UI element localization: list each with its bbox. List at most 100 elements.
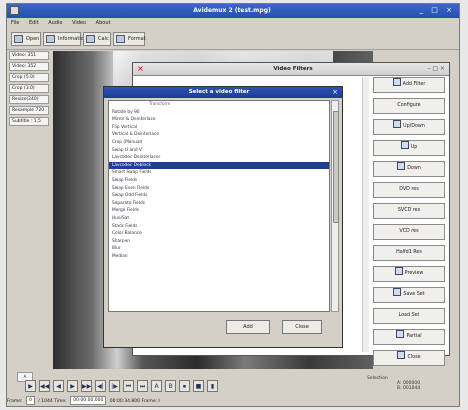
vcd-res-button[interactable]: VCD res xyxy=(373,224,445,240)
left-list-item[interactable]: Video: 351 xyxy=(9,51,49,60)
vcd-res-label: VCD res xyxy=(399,229,419,234)
load-set-button[interactable]: Load Set xyxy=(373,308,445,324)
filter-list-item[interactable]: Color Balance xyxy=(109,230,329,238)
add-filter-button[interactable]: Add Filter xyxy=(373,77,445,93)
filter-list-scrollbar[interactable] xyxy=(331,100,339,312)
add-button[interactable]: Add xyxy=(226,320,270,334)
filters-scrollbar[interactable] xyxy=(362,77,369,352)
save-icon xyxy=(393,288,402,296)
calculator-icon xyxy=(86,35,95,43)
nav-button-icon[interactable]: ⏭ xyxy=(137,380,148,392)
nav-button-icon[interactable]: ◀| xyxy=(95,380,106,392)
nav-button-icon[interactable]: B xyxy=(165,380,176,392)
menu-edit[interactable]: Edit xyxy=(25,18,43,28)
menu-video[interactable]: Video xyxy=(68,18,90,28)
left-list-item[interactable]: Subtitle : 1,5 xyxy=(9,117,49,126)
save-set-label: Save Set xyxy=(403,292,425,297)
window-controls[interactable]: – □ × xyxy=(427,65,445,72)
left-list-item[interactable]: Resize(240) xyxy=(9,95,49,104)
up-button[interactable]: Up xyxy=(373,140,445,156)
scrollbar-thumb[interactable] xyxy=(333,111,339,223)
nav-button-icon[interactable]: |▶ xyxy=(109,380,120,392)
dvd-res-button[interactable]: DVD res xyxy=(373,182,445,198)
up-down-button[interactable]: Up/Down xyxy=(373,119,445,135)
nav-button-icon[interactable]: ▶▶ xyxy=(81,380,92,392)
svcd-res-button[interactable]: SVCD res xyxy=(373,203,445,219)
partial-label: Partial xyxy=(406,334,422,339)
filter-list-item[interactable]: Median xyxy=(109,253,329,261)
filter-list-item[interactable]: Swap Fields xyxy=(109,177,329,185)
filter-list-item[interactable]: Lavcodec Deblock xyxy=(109,161,329,170)
frame-field[interactable]: 0 xyxy=(25,396,35,405)
halfd1-res-button[interactable]: Halfd1 Res xyxy=(373,245,445,261)
filter-list-item[interactable]: Flip Vertical xyxy=(109,124,329,132)
title-bar[interactable]: Avidemux 2 (test.mpg) _ □ × xyxy=(7,4,459,18)
filter-list-item[interactable]: Blur xyxy=(109,245,329,253)
preview-icon xyxy=(394,267,403,275)
frame-type: Frame: I xyxy=(141,399,160,404)
close-icon[interactable]: × xyxy=(137,64,144,73)
filter-list-item[interactable]: Sharpen xyxy=(109,238,329,246)
calc-button[interactable]: Calc xyxy=(83,32,111,46)
dvd-res-label: DVD res xyxy=(399,187,419,192)
filter-list-item[interactable]: Stack Fields xyxy=(109,223,329,231)
dialog-close-label: Close xyxy=(295,324,309,330)
information-button[interactable]: Information xyxy=(43,32,87,46)
window-controls[interactable]: _ □ × xyxy=(420,6,455,14)
dialog-title-bar[interactable]: Select a video filter × xyxy=(104,87,342,98)
format-button[interactable]: Format xyxy=(113,32,146,46)
filter-list-item[interactable]: Mirror & Deinterlace xyxy=(109,116,329,124)
menu-bar: File Edit Audio Video About xyxy=(7,18,459,29)
filter-list-item[interactable]: Separate Fields xyxy=(109,200,329,208)
dialog-title: Select a video filter xyxy=(188,89,250,95)
configure-button[interactable]: Configure xyxy=(373,98,445,114)
filter-list-item[interactable]: Swap U and V xyxy=(109,147,329,155)
preview-label: Preview xyxy=(404,271,424,276)
nav-button-icon[interactable]: ⏮ xyxy=(123,380,134,392)
close-label: Close xyxy=(407,355,421,360)
main-toolbar: Open Information Calc Format xyxy=(7,29,459,50)
nav-button-icon[interactable]: ▶ xyxy=(67,380,78,392)
filter-list-item[interactable]: Swap Even Fields xyxy=(109,185,329,193)
partial-icon xyxy=(396,330,405,338)
nav-button-icon[interactable]: ◀◀ xyxy=(39,380,50,392)
menu-about[interactable]: About xyxy=(92,18,115,28)
menu-audio[interactable]: Audio xyxy=(44,18,66,28)
filter-list-item[interactable]: Lavcodec Deinterlacer xyxy=(109,154,329,162)
filter-list[interactable]: Transform Rotate by 90 Mirror & Deinterlac… xyxy=(108,100,330,312)
nav-button-icon[interactable]: ▶ xyxy=(25,380,36,392)
load-set-label: Load Set xyxy=(398,313,420,318)
nav-button-icon[interactable]: ▮ xyxy=(207,380,218,392)
filter-list-item[interactable]: Smart Swap Fields xyxy=(109,169,329,177)
close-icon[interactable]: × xyxy=(332,88,338,96)
time-field[interactable]: 00:00:00.000 xyxy=(70,396,107,405)
left-list-item[interactable]: Crop (3.0) xyxy=(9,84,49,93)
down-button[interactable]: Down xyxy=(373,161,445,177)
open-button[interactable]: Open xyxy=(11,32,41,46)
filter-list-item[interactable]: Rotate by 90 xyxy=(109,109,329,117)
halfd1-res-label: Halfd1 Res xyxy=(396,250,422,255)
nav-button-icon[interactable]: A xyxy=(151,380,162,392)
video-filters-title-bar[interactable]: × Video Filters – □ × xyxy=(133,63,449,76)
down-label: Down xyxy=(407,166,421,171)
close-button[interactable]: Close xyxy=(373,350,445,366)
partial-button[interactable]: Partial xyxy=(373,329,445,345)
filter-list-item[interactable]: Transform xyxy=(109,101,329,109)
nav-button-icon[interactable]: ■ xyxy=(193,380,204,392)
svcd-res-label: SVCD res xyxy=(397,208,421,213)
nav-button-icon[interactable]: ◀ xyxy=(53,380,64,392)
filter-list-item[interactable]: Vertical & Deinterlace xyxy=(109,131,329,139)
menu-file[interactable]: File xyxy=(7,18,23,28)
left-list-item[interactable]: Crop (5.0) xyxy=(9,73,49,82)
filter-list-item[interactable]: Crop (Manual) xyxy=(109,139,329,147)
preview-button[interactable]: Preview xyxy=(373,266,445,282)
filter-list-item[interactable]: Swap Odd Fields xyxy=(109,192,329,200)
dialog-close-button[interactable]: Close xyxy=(282,320,322,334)
nav-button-icon[interactable]: ⏹ xyxy=(179,380,190,392)
filter-list-item[interactable]: Merge Fields xyxy=(109,207,329,215)
filter-list-item[interactable]: Hue/Sat xyxy=(109,215,329,223)
left-list-item[interactable]: Resample 720 xyxy=(9,106,49,115)
save-set-button[interactable]: Save Set xyxy=(373,287,445,303)
arrows-icon xyxy=(393,120,402,128)
left-list-item[interactable]: Video: 352 xyxy=(9,62,49,71)
